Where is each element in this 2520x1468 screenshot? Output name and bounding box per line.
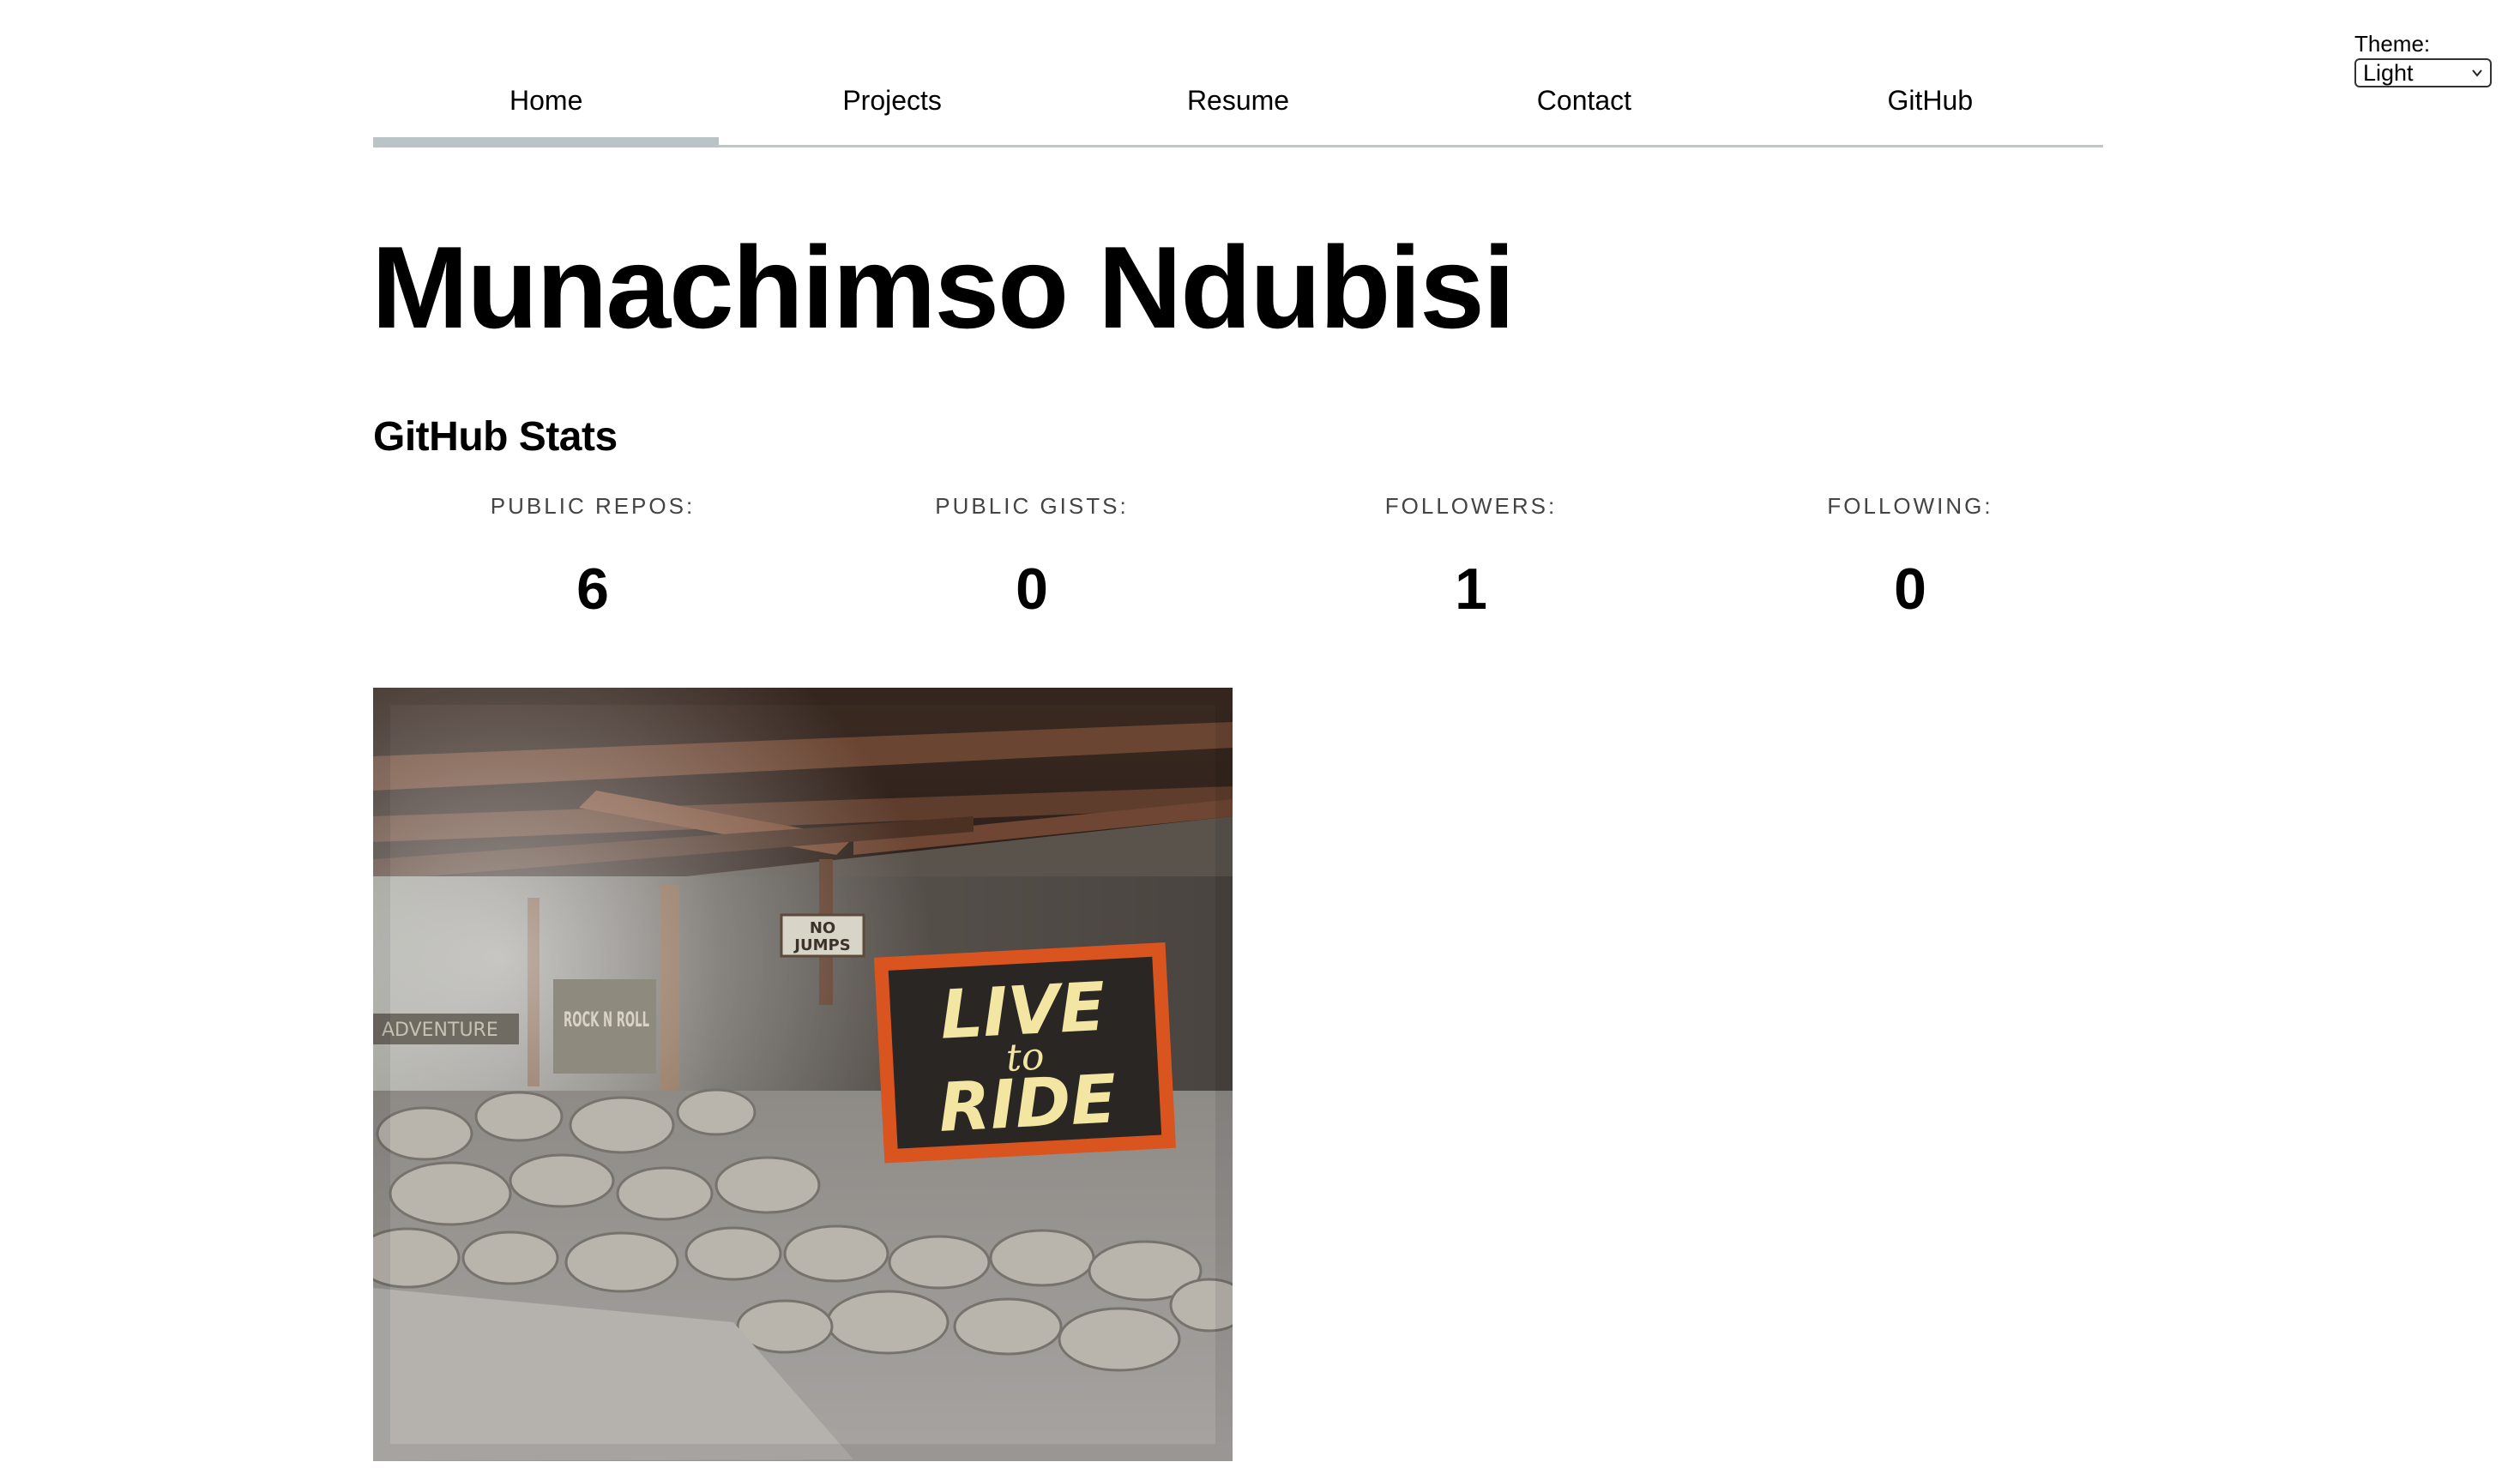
chevron-down-icon	[2472, 69, 2482, 77]
nav-item-label: GitHub	[1887, 85, 1974, 116]
nav-item-label: Resume	[1186, 85, 1290, 116]
nav-item-label: Contact	[1536, 85, 1632, 116]
photo-illustration: ADVENTURE ROCK N ROLL NO JUMPS LIVE to R…	[373, 688, 1233, 1461]
theme-switcher: Theme: Light	[2354, 31, 2492, 87]
github-stats: PUBLIC REPOS: 6 PUBLIC GISTS: 0 FOLLOWER…	[373, 489, 2131, 619]
stat-label: FOLLOWING:	[1827, 493, 1993, 519]
profile-photo: ADVENTURE ROCK N ROLL NO JUMPS LIVE to R…	[373, 688, 1233, 1461]
stat-public-gists: PUBLIC GISTS: 0	[812, 489, 1251, 619]
main-nav: Home Projects Resume Contact GitHub	[373, 69, 2103, 147]
theme-label: Theme:	[2354, 31, 2431, 57]
nav-item-projects[interactable]: Projects	[719, 69, 1064, 145]
nav-item-resume[interactable]: Resume	[1065, 69, 1411, 145]
nav-item-label: Home	[509, 85, 583, 116]
stat-value: 0	[1016, 557, 1048, 622]
page: Theme: Light Home Projects Resume Contac…	[0, 0, 2520, 1468]
stat-label: PUBLIC REPOS:	[490, 493, 696, 519]
stat-public-repos: PUBLIC REPOS: 6	[373, 489, 812, 619]
stat-value: 6	[576, 557, 609, 622]
no-jumps-sign-line2: JUMPS	[793, 936, 850, 954]
no-jumps-sign-line1: NO	[810, 919, 835, 937]
far-left-sign-text: ADVENTURE	[382, 1020, 498, 1041]
nav-item-label: Projects	[842, 85, 942, 116]
stat-label: PUBLIC GISTS:	[935, 493, 1129, 519]
page-title: Munachimso Ndubisi	[371, 222, 1516, 352]
stat-followers: FOLLOWERS: 1	[1251, 489, 1691, 619]
nav-item-contact[interactable]: Contact	[1411, 69, 1757, 145]
rock-sign-text: ROCK N ROLL	[564, 1008, 649, 1032]
theme-select-value: Light	[2363, 59, 2414, 86]
live-sign-line3: RIDE	[937, 1061, 1118, 1147]
github-stats-heading: GitHub Stats	[373, 414, 618, 460]
stat-value: 1	[1455, 557, 1487, 622]
stat-label: FOLLOWERS:	[1384, 493, 1558, 519]
nav-item-github[interactable]: GitHub	[1757, 69, 2103, 145]
nav-item-home[interactable]: Home	[373, 69, 720, 147]
stat-value: 0	[1894, 557, 1926, 622]
theme-select[interactable]: Light	[2354, 58, 2492, 87]
stat-following: FOLLOWING: 0	[1691, 489, 2130, 619]
